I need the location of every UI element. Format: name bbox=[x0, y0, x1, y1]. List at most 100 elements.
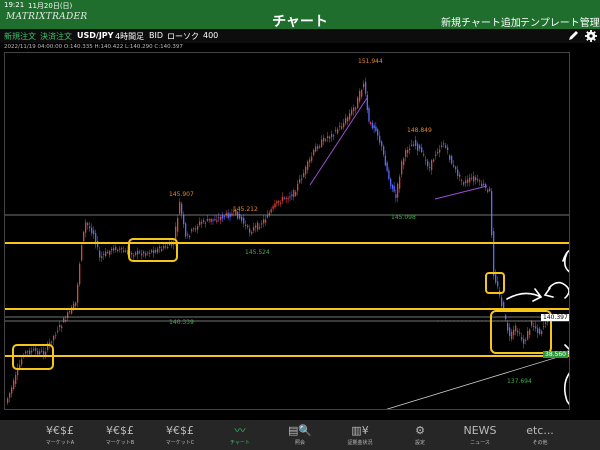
candle-body bbox=[373, 125, 375, 129]
gear-icon[interactable] bbox=[584, 29, 598, 43]
new-order-button[interactable]: 新規注文 bbox=[4, 31, 36, 42]
price-chart[interactable]: 151.944 148.849 145.907 145.212 145.524 … bbox=[4, 52, 570, 410]
candle-body bbox=[202, 220, 205, 222]
candle-body bbox=[41, 350, 43, 352]
nav-label: 照会 bbox=[294, 440, 305, 446]
candle-body bbox=[185, 223, 187, 237]
bar-count-select[interactable]: 400 bbox=[203, 31, 218, 40]
candle-body bbox=[497, 281, 499, 287]
candle-body bbox=[313, 149, 315, 156]
settings-tab[interactable]: ⚙ 設定 bbox=[390, 420, 450, 450]
candle-body bbox=[495, 274, 497, 283]
candle-body bbox=[355, 107, 357, 110]
candle-body bbox=[157, 248, 159, 253]
candle-body bbox=[177, 217, 179, 232]
candle-body bbox=[253, 227, 255, 231]
candle-body bbox=[241, 216, 243, 221]
candle-body bbox=[147, 252, 149, 254]
candle-body bbox=[278, 201, 280, 203]
candle-body bbox=[195, 228, 197, 230]
candle-body bbox=[381, 141, 383, 147]
nav-label: 証拠金状況 bbox=[347, 440, 373, 446]
side-select[interactable]: BID bbox=[149, 31, 163, 40]
chart-tab[interactable]: 〰チャート bbox=[210, 420, 270, 450]
candle-body bbox=[435, 154, 437, 157]
info-low: L:140.290 bbox=[124, 44, 153, 50]
candle-body bbox=[353, 107, 355, 111]
candle-body bbox=[204, 222, 207, 224]
market-a-tab[interactable]: ¥€$£ マーケットA bbox=[30, 420, 90, 450]
margin-status-tab[interactable]: ▥¥ 証拠金状況 bbox=[330, 420, 390, 450]
news-tab[interactable]: NEWS ニュース bbox=[450, 420, 510, 450]
candle-body bbox=[475, 177, 477, 180]
candle-body bbox=[390, 178, 392, 186]
candle-body bbox=[255, 225, 257, 228]
candle-body bbox=[35, 348, 37, 351]
pencil-icon[interactable] bbox=[566, 29, 580, 43]
candle-body bbox=[493, 231, 495, 276]
chart-icon: 〰 bbox=[234, 424, 246, 437]
app-logo: MATRIXTRADER bbox=[6, 12, 88, 22]
candle-body bbox=[29, 350, 31, 355]
inquiry-tab[interactable]: ▤🔍 照会 bbox=[270, 420, 330, 450]
template-manage-button[interactable]: テンプレート管理 bbox=[520, 14, 600, 29]
interval-select[interactable]: 4時間足 bbox=[115, 31, 144, 42]
candle-body bbox=[276, 201, 278, 204]
candle-body bbox=[208, 219, 210, 221]
candle-body bbox=[7, 398, 9, 403]
chart-type-select[interactable]: ローソク bbox=[167, 31, 199, 42]
candle-body bbox=[477, 179, 479, 181]
candle-body bbox=[123, 250, 125, 252]
candle-body bbox=[467, 179, 469, 183]
candle-body bbox=[483, 183, 485, 186]
candle-body bbox=[21, 359, 23, 365]
candle-body bbox=[53, 335, 55, 341]
candle-body bbox=[285, 197, 287, 199]
candle-body bbox=[167, 246, 169, 248]
candle-body bbox=[441, 145, 443, 147]
bottom-navigation: ¥€$£ マーケットA ¥€$£ マーケットB ¥€$£ マーケットC 〰チャート ▤🔍 照会 ▥… bbox=[0, 420, 600, 450]
market-b-tab[interactable]: ¥€$£ マーケットB bbox=[90, 420, 150, 450]
info-datetime: 2022/11/19 04:00:00 bbox=[4, 44, 63, 50]
candle-body bbox=[83, 231, 85, 242]
candle-body bbox=[423, 154, 425, 156]
candle-body bbox=[368, 108, 370, 122]
add-chart-button[interactable]: 新規チャート追加 bbox=[441, 14, 521, 29]
candle-body bbox=[525, 339, 527, 341]
candle-body bbox=[391, 184, 394, 189]
candle-body bbox=[301, 178, 303, 180]
nav-label: マーケットA bbox=[45, 440, 75, 446]
candle-body bbox=[523, 338, 525, 344]
candle-body bbox=[71, 306, 73, 314]
market-c-tab[interactable]: ¥€$£ マーケットC bbox=[150, 420, 210, 450]
candle-body bbox=[79, 263, 81, 285]
candle-body bbox=[457, 169, 459, 176]
candle-body bbox=[43, 351, 45, 355]
price-label: 145.212 bbox=[233, 206, 258, 213]
candle-body bbox=[181, 203, 183, 214]
candle-body bbox=[401, 161, 403, 175]
candle-body bbox=[107, 251, 109, 253]
candle-body bbox=[323, 137, 325, 142]
candle-body bbox=[111, 248, 113, 251]
candle-body bbox=[393, 185, 395, 192]
more-tab[interactable]: etc... その他 bbox=[510, 420, 570, 450]
candle-body bbox=[9, 393, 11, 398]
candle-body bbox=[263, 219, 265, 224]
candle-body bbox=[519, 332, 521, 334]
candle-body bbox=[229, 213, 231, 218]
candle-body bbox=[283, 197, 286, 199]
candle-body bbox=[427, 160, 429, 167]
info-close: C:140.397 bbox=[154, 44, 183, 50]
currency-pair-select[interactable]: USD/JPY bbox=[77, 31, 113, 40]
candle-body bbox=[257, 222, 259, 230]
candle-body bbox=[405, 150, 407, 158]
settle-order-button[interactable]: 決済注文 bbox=[40, 31, 72, 42]
candle-body bbox=[357, 97, 359, 108]
candle-body bbox=[341, 126, 343, 129]
margin-icon: ▥¥ bbox=[351, 424, 369, 437]
candle-body bbox=[97, 240, 99, 248]
candle-body bbox=[272, 206, 274, 209]
candle-body bbox=[473, 176, 475, 182]
candle-body bbox=[289, 196, 291, 198]
